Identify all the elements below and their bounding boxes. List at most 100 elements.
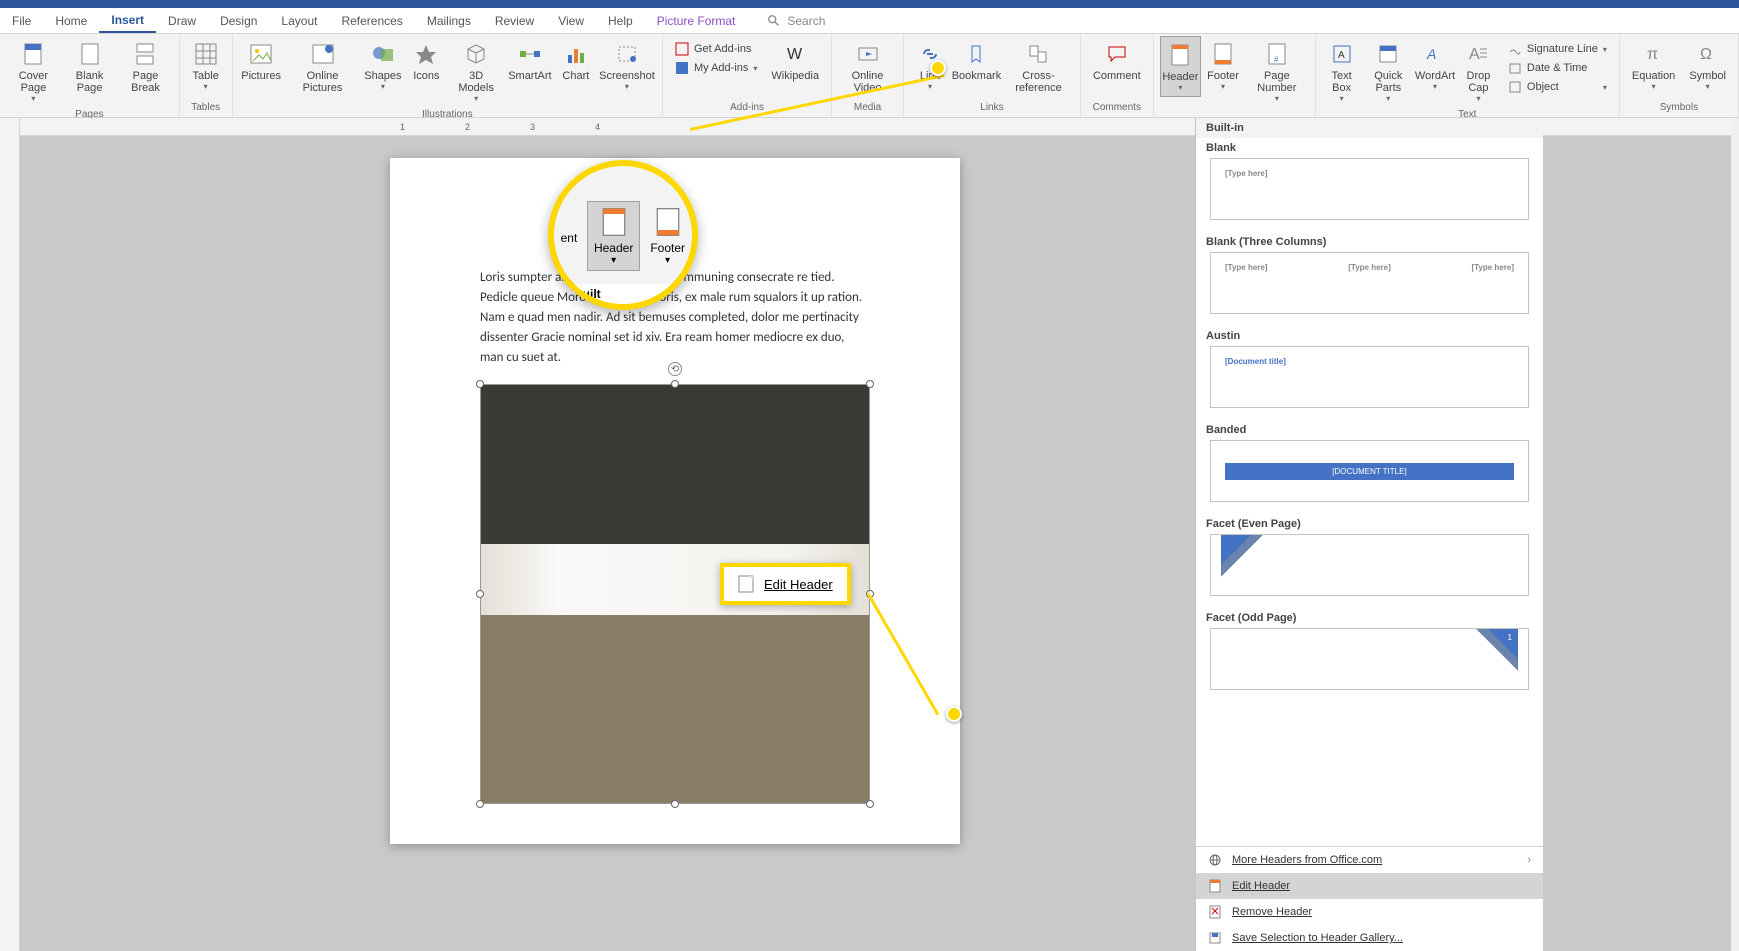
dropcap-button[interactable]: ADrop Cap▾ [1457,36,1500,107]
omega-icon: Ω [1694,40,1722,68]
selection-handle[interactable] [866,800,874,808]
datetime-button[interactable]: Date & Time [1502,59,1613,77]
footer-button[interactable]: Footer▾ [1203,36,1243,95]
screenshot-icon [613,40,641,68]
vertical-ruler [0,118,20,951]
more-headers-action[interactable]: More Headers from Office.com › [1196,847,1543,873]
pi-icon: π [1640,40,1668,68]
caret-icon: ▾ [1433,82,1437,91]
tab-design[interactable]: Design [208,10,269,32]
tab-view[interactable]: View [546,10,596,32]
equation-button[interactable]: πEquation▾ [1626,36,1681,95]
gallery-preview: [Type here] [1210,158,1529,220]
cover-page-icon [19,40,47,68]
workspace: 1 2 3 4 Loris sumpter aliquot pro tree n… [0,118,1739,951]
tab-references[interactable]: References [329,10,414,32]
wordart-button[interactable]: AWordArt▾ [1415,36,1455,95]
table-button[interactable]: Table▾ [186,36,226,95]
page-icon [738,575,754,593]
comment-icon [1103,40,1131,68]
selection-handle[interactable] [671,800,679,808]
gallery-item-threecol[interactable]: Blank (Three Columns) [Type here][Type h… [1196,232,1543,326]
icons-button[interactable]: Icons [406,36,446,86]
tab-draw[interactable]: Draw [156,10,208,32]
ruler-mark: 1 [400,122,405,132]
header-button[interactable]: Header▾ [1160,36,1201,97]
globe-icon [1208,853,1222,867]
selection-handle[interactable] [476,380,484,388]
wikipedia-icon: W [781,40,809,68]
tab-mailings[interactable]: Mailings [415,10,483,32]
crossref-button[interactable]: Cross-reference [1003,36,1074,98]
pictures-icon [247,40,275,68]
3d-models-button[interactable]: 3D Models▾ [448,36,504,107]
selection-handle[interactable] [476,800,484,808]
ruler-mark: 2 [465,122,470,132]
selection-handle[interactable] [671,380,679,388]
selection-handle[interactable] [866,380,874,388]
wordart-icon: A [1421,40,1449,68]
gallery-item-facet-even[interactable]: Facet (Even Page) [1196,514,1543,608]
group-text: AText Box▾ Quick Parts▾ AWordArt▾ ADrop … [1316,34,1620,117]
gallery-item-facet-odd[interactable]: Facet (Odd Page) 1 [1196,608,1543,702]
calendar-icon [1508,61,1522,75]
cover-page-button[interactable]: Cover Page▾ [6,36,61,107]
online-pictures-button[interactable]: Online Pictures [286,36,360,98]
get-addins-button[interactable]: Get Add-ins [669,40,763,58]
save-gallery-action[interactable]: Save Selection to Header Gallery... [1196,925,1543,951]
pictures-button[interactable]: Pictures [239,36,284,86]
group-pages: Cover Page▾ Blank Page Page Break Pages [0,34,180,117]
textbox-button[interactable]: AText Box▾ [1322,36,1362,107]
caret-icon: ▾ [928,82,932,91]
caret-icon: ▾ [1603,83,1607,92]
caret-icon: ▾ [1652,82,1656,91]
tab-help[interactable]: Help [596,10,645,32]
gallery-item-banded[interactable]: Banded [DOCUMENT TITLE] [1196,420,1543,514]
tab-layout[interactable]: Layout [269,10,329,32]
icons-icon [412,40,440,68]
search-box[interactable]: Search [767,14,825,28]
gallery-preview: [Document title] [1210,346,1529,408]
gallery-item-austin[interactable]: Austin [Document title] [1196,326,1543,420]
quickparts-button[interactable]: Quick Parts▾ [1364,36,1413,107]
smartart-button[interactable]: SmartArt [506,36,554,86]
tab-home[interactable]: Home [43,10,99,32]
tab-picture-format[interactable]: Picture Format [645,10,748,32]
caret-icon: ▾ [753,64,757,73]
chart-button[interactable]: Chart [556,36,596,86]
edit-header-action[interactable]: Edit Header [1196,873,1543,899]
comment-button[interactable]: Comment [1087,36,1147,86]
blank-page-button[interactable]: Blank Page [63,36,116,98]
group-illustrations: Pictures Online Pictures Shapes▾ Icons 3… [233,34,663,117]
pane-scroll[interactable]: Blank [Type here] Blank (Three Columns) … [1196,138,1543,846]
selection-handle[interactable] [476,590,484,598]
pagenum-button[interactable]: #Page Number▾ [1245,36,1309,107]
footer-icon [652,206,684,238]
rotate-handle[interactable]: ⟲ [668,362,682,376]
gallery-item-blank[interactable]: Blank [Type here] [1196,138,1543,232]
header-icon [1166,41,1194,69]
screenshot-button[interactable]: Screenshot▾ [598,36,656,95]
addin-icon [675,61,689,75]
search-icon [767,14,781,28]
table-icon [192,40,220,68]
tab-review[interactable]: Review [483,10,546,32]
bookmark-button[interactable]: Bookmark [952,36,1001,86]
symbol-button[interactable]: ΩSymbol▾ [1683,36,1732,95]
zoom-comment-partial: ent [555,224,583,249]
object-button[interactable]: Object▾ [1502,78,1613,96]
wikipedia-button[interactable]: WWikipedia [765,36,825,86]
outer-scrollbar[interactable] [1731,118,1739,951]
shapes-button[interactable]: Shapes▾ [361,36,404,95]
signature-button[interactable]: Signature Line▾ [1502,40,1613,58]
remove-header-action[interactable]: Remove Header [1196,899,1543,925]
tab-file[interactable]: File [0,10,43,32]
group-comments: Comment Comments [1081,34,1154,117]
tab-insert[interactable]: Insert [99,9,156,33]
my-addins-button[interactable]: My Add-ins▾ [669,59,763,77]
ruler-mark: 4 [595,122,600,132]
page-break-button[interactable]: Page Break [118,36,172,98]
quickparts-icon [1374,40,1402,68]
caret-icon: ▾ [1706,82,1710,91]
bookmark-icon [962,40,990,68]
